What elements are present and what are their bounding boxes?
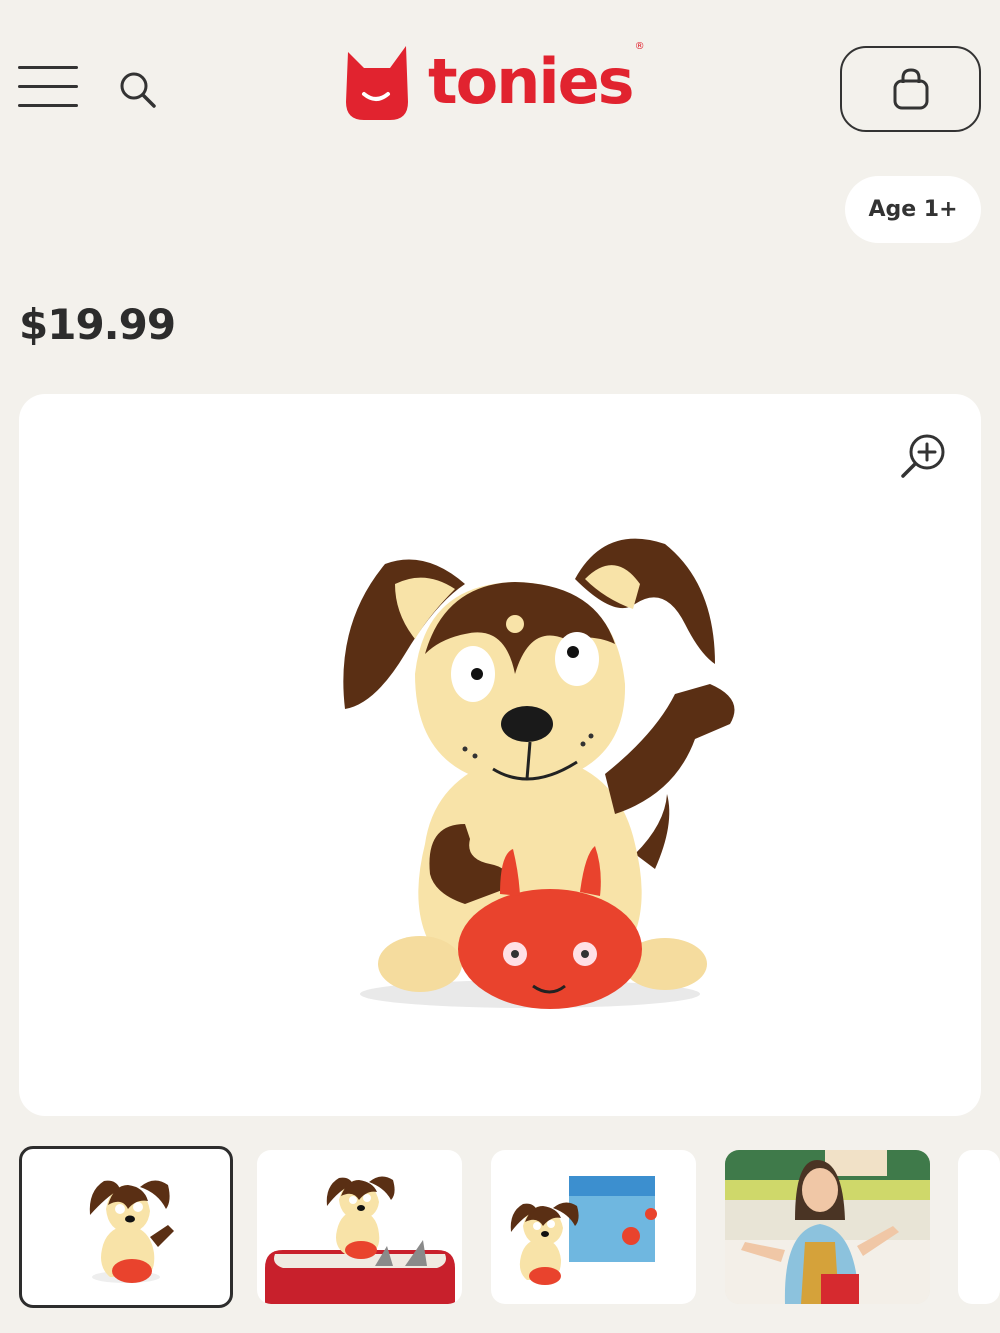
tonies-cat-logo-icon (346, 46, 408, 120)
product-price: $19.99 (19, 300, 176, 349)
dog-figure-thumbnail (89, 1180, 174, 1283)
cart-button[interactable] (840, 46, 981, 132)
age-badge: Age 1+ (845, 176, 981, 243)
dog-figure-illustration (343, 538, 735, 1009)
thumbnail-figure-only[interactable] (19, 1146, 233, 1308)
shopping-bag-icon (893, 68, 928, 110)
product-page: tonies ® Age 1+ $19.99 (0, 0, 1000, 1333)
thumbnail-strip (19, 1146, 1000, 1308)
thumbnail-child-photo[interactable] (725, 1150, 930, 1304)
menu-line (18, 85, 78, 88)
hamburger-menu-button[interactable] (18, 66, 78, 112)
menu-line (18, 66, 78, 69)
tonies-logo[interactable]: tonies ® (344, 40, 645, 122)
thumbnail-figure-with-cd[interactable] (491, 1150, 696, 1304)
search-icon (120, 72, 156, 108)
figure-on-toniebox-thumbnail (265, 1176, 455, 1304)
figure-with-cd-thumbnail (510, 1176, 657, 1285)
search-button[interactable] (116, 68, 160, 112)
main-product-image[interactable] (19, 394, 981, 1116)
registered-mark: ® (634, 40, 645, 52)
logo-wordmark: tonies (428, 45, 635, 118)
thumbnail-more[interactable] (958, 1150, 1000, 1304)
zoom-button[interactable] (899, 432, 947, 480)
menu-line (18, 104, 78, 107)
age-label: Age 1+ (868, 197, 958, 222)
zoom-in-icon (901, 434, 945, 478)
thumbnail-figure-on-toniebox[interactable] (257, 1150, 462, 1304)
child-with-toniebox-photo-thumbnail (725, 1150, 930, 1304)
